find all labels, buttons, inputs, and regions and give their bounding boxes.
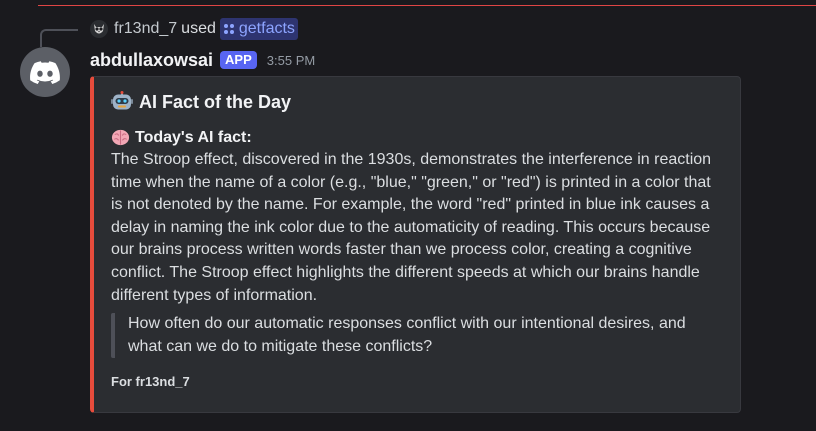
reply-username[interactable]: fr13nd_7	[114, 20, 177, 38]
new-messages-divider	[38, 5, 816, 6]
embed-footer: For fr13nd_7	[111, 374, 190, 389]
fact-body-text: The Stroop effect, discovered in the 193…	[111, 151, 712, 304]
brain-emoji-icon	[111, 129, 130, 146]
embed-title-text: AI Fact of the Day	[139, 91, 292, 112]
app-command-icon	[223, 24, 234, 34]
embed-card: AI Fact of the Day Today's AI fact: The …	[90, 76, 741, 413]
message-timestamp[interactable]: 3:55 PM	[267, 53, 315, 68]
robot-emoji-icon	[111, 91, 133, 110]
reply-context[interactable]: fr13nd_7 used getfacts	[90, 18, 298, 40]
quote-block: How often do our automatic responses con…	[111, 313, 721, 358]
command-name: getfacts	[238, 20, 295, 37]
fact-heading-text: Today's AI fact:	[135, 128, 252, 146]
command-mention[interactable]: getfacts	[219, 18, 298, 40]
reply-connector-line	[40, 29, 78, 47]
avatar[interactable]	[20, 47, 70, 97]
reply-used-text: used	[181, 20, 216, 37]
author-username[interactable]: abdullaxowsai	[90, 50, 213, 71]
message-header: abdullaxowsai APP 3:55 PM	[90, 48, 315, 72]
owl-avatar-icon[interactable]	[90, 20, 108, 38]
app-badge: APP	[220, 51, 257, 69]
embed-title: AI Fact of the Day	[111, 91, 291, 113]
discord-logo-icon	[30, 60, 60, 84]
fact-heading: Today's AI fact:	[111, 128, 252, 147]
